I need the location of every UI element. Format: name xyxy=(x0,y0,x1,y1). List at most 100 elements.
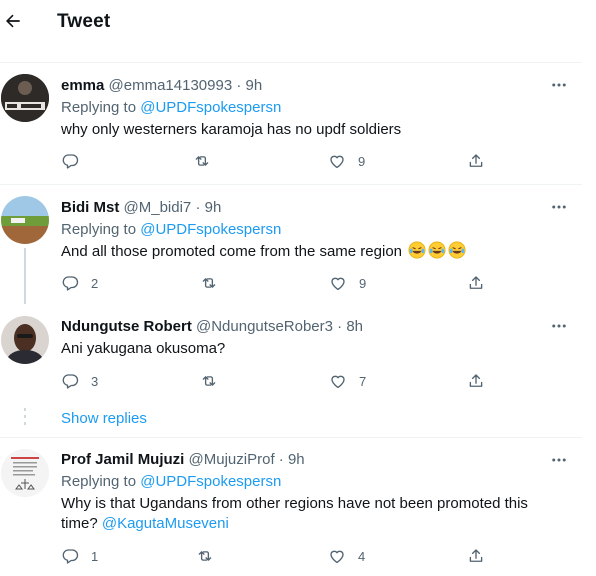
reply-tweet[interactable]: Bidi Mst @M_bidi7 · 9h Replying to @UPDF… xyxy=(0,184,582,304)
laughing-tears-emoji-icon xyxy=(408,241,426,259)
author-handle[interactable]: @NdungutseRober3 xyxy=(196,318,333,335)
timestamp[interactable]: 9h xyxy=(246,77,263,94)
more-options-button[interactable] xyxy=(548,317,570,335)
heart-icon xyxy=(330,550,344,564)
avatar[interactable] xyxy=(1,316,49,364)
avatar-image xyxy=(1,316,49,364)
avatar[interactable] xyxy=(1,449,49,497)
separator-dot: · xyxy=(195,199,201,216)
tweet-text: why only westerners karamoja has no updf… xyxy=(61,121,402,138)
reply-tweet[interactable]: Prof Jamil Mujuzi @MujuziProf · 9h Reply… xyxy=(0,437,582,576)
author-name[interactable]: Bidi Mst xyxy=(61,199,119,216)
like-count: 4 xyxy=(358,548,366,564)
timestamp[interactable]: 9h xyxy=(205,199,222,216)
tweet-text-content: time? xyxy=(61,515,98,532)
replying-to: Replying to @UPDFspokespersn xyxy=(61,221,281,238)
retweet-button[interactable] xyxy=(193,151,223,171)
share-button[interactable] xyxy=(467,546,485,566)
more-options-button[interactable] xyxy=(548,198,570,216)
author-name[interactable]: Prof Jamil Mujuzi xyxy=(61,451,184,468)
retweet-icon xyxy=(202,376,216,386)
more-icon xyxy=(552,205,566,209)
share-button[interactable] xyxy=(467,371,485,391)
thread-connector xyxy=(24,248,26,304)
retweet-icon xyxy=(198,551,212,561)
avatar-image xyxy=(1,74,49,122)
avatar-image xyxy=(1,196,49,244)
back-arrow-icon xyxy=(6,14,20,28)
author-handle[interactable]: @M_bidi7 xyxy=(124,199,192,216)
retweet-button[interactable] xyxy=(196,546,226,566)
top-bar: Tweet xyxy=(0,0,596,44)
reply-button[interactable] xyxy=(61,151,91,171)
share-icon xyxy=(469,374,483,387)
retweet-button[interactable] xyxy=(200,273,230,293)
avatar[interactable] xyxy=(1,196,49,244)
like-count: 9 xyxy=(359,275,367,291)
mention-link[interactable]: @UPDFspokespersn xyxy=(140,473,281,490)
like-button[interactable]: 7 xyxy=(329,371,366,391)
separator-dot: · xyxy=(236,77,242,94)
like-button[interactable]: 9 xyxy=(329,273,366,293)
tweet-header: Prof Jamil Mujuzi @MujuziProf · 9h xyxy=(61,451,305,468)
more-options-button[interactable] xyxy=(548,76,570,94)
retweet-button[interactable] xyxy=(200,371,230,391)
timestamp[interactable]: 8h xyxy=(346,318,363,335)
reply-count: 1 xyxy=(91,548,99,564)
replying-label: Replying to xyxy=(61,221,137,238)
separator-dot: · xyxy=(337,318,343,335)
share-icon xyxy=(469,549,483,562)
thread-dotted-connector xyxy=(24,408,26,432)
replying-to: Replying to @UPDFspokespersn xyxy=(61,99,281,116)
laughing-tears-emoji-icon xyxy=(448,241,466,259)
like-button[interactable]: 4 xyxy=(328,546,365,566)
tweet-text: Ani yakugana okusoma? xyxy=(61,340,226,357)
reply-button[interactable]: 2 xyxy=(61,273,98,293)
mention-link[interactable]: @UPDFspokespersn xyxy=(140,99,281,116)
author-name[interactable]: emma xyxy=(61,77,104,94)
heart-icon xyxy=(331,375,345,389)
laughing-tears-emoji-icon xyxy=(428,241,446,259)
more-options-button[interactable] xyxy=(548,451,570,469)
mention-link[interactable]: @KagutaMuseveni xyxy=(102,515,229,532)
tweet-text: Why is that Ugandans from other regions … xyxy=(61,494,566,534)
show-replies-link[interactable]: Show replies xyxy=(61,410,147,427)
share-button[interactable] xyxy=(467,273,485,293)
tweet-header: Ndungutse Robert @NdungutseRober3 · 8h xyxy=(61,318,363,335)
reply-tweet[interactable]: Ndungutse Robert @NdungutseRober3 · 8h A… xyxy=(0,304,582,400)
tweet-text-line: Why is that Ugandans from other regions … xyxy=(61,495,528,512)
author-handle[interactable]: @MujuziProf xyxy=(189,451,275,468)
reply-tweet[interactable]: emma @emma14130993 · 9h Replying to @UPD… xyxy=(0,62,582,184)
reply-button[interactable]: 3 xyxy=(61,371,98,391)
action-bar: 2 9 xyxy=(61,273,531,293)
separator-dot: · xyxy=(278,451,284,468)
avatar[interactable] xyxy=(1,74,49,122)
replying-to: Replying to @UPDFspokespersn xyxy=(61,473,281,490)
author-name[interactable]: Ndungutse Robert xyxy=(61,318,192,335)
like-button[interactable]: 9 xyxy=(328,151,365,171)
reply-icon xyxy=(62,374,79,389)
reply-count: 3 xyxy=(91,373,99,389)
page-title: Tweet xyxy=(57,11,111,32)
tweet-header: Bidi Mst @M_bidi7 · 9h xyxy=(61,199,221,216)
share-icon xyxy=(469,154,483,167)
action-bar: 1 4 xyxy=(61,546,531,566)
retweet-icon xyxy=(195,156,209,166)
share-icon xyxy=(469,276,483,289)
back-button[interactable] xyxy=(2,10,24,32)
mention-link[interactable]: @UPDFspokespersn xyxy=(140,221,281,238)
timestamp[interactable]: 9h xyxy=(288,451,305,468)
author-handle[interactable]: @emma14130993 xyxy=(109,77,233,94)
avatar-image xyxy=(1,449,49,497)
like-count: 7 xyxy=(359,373,367,389)
reply-button[interactable]: 1 xyxy=(61,546,98,566)
tweet-text-line: time? @KagutaMuseveni xyxy=(61,514,566,534)
share-button[interactable] xyxy=(467,151,485,171)
tweet-text-content: And all those promoted come from the sam… xyxy=(61,243,403,260)
heart-icon xyxy=(330,155,344,169)
more-icon xyxy=(552,324,566,328)
reply-icon xyxy=(62,276,79,291)
replying-label: Replying to xyxy=(61,99,137,116)
more-icon xyxy=(552,458,566,462)
like-count: 9 xyxy=(358,153,366,169)
